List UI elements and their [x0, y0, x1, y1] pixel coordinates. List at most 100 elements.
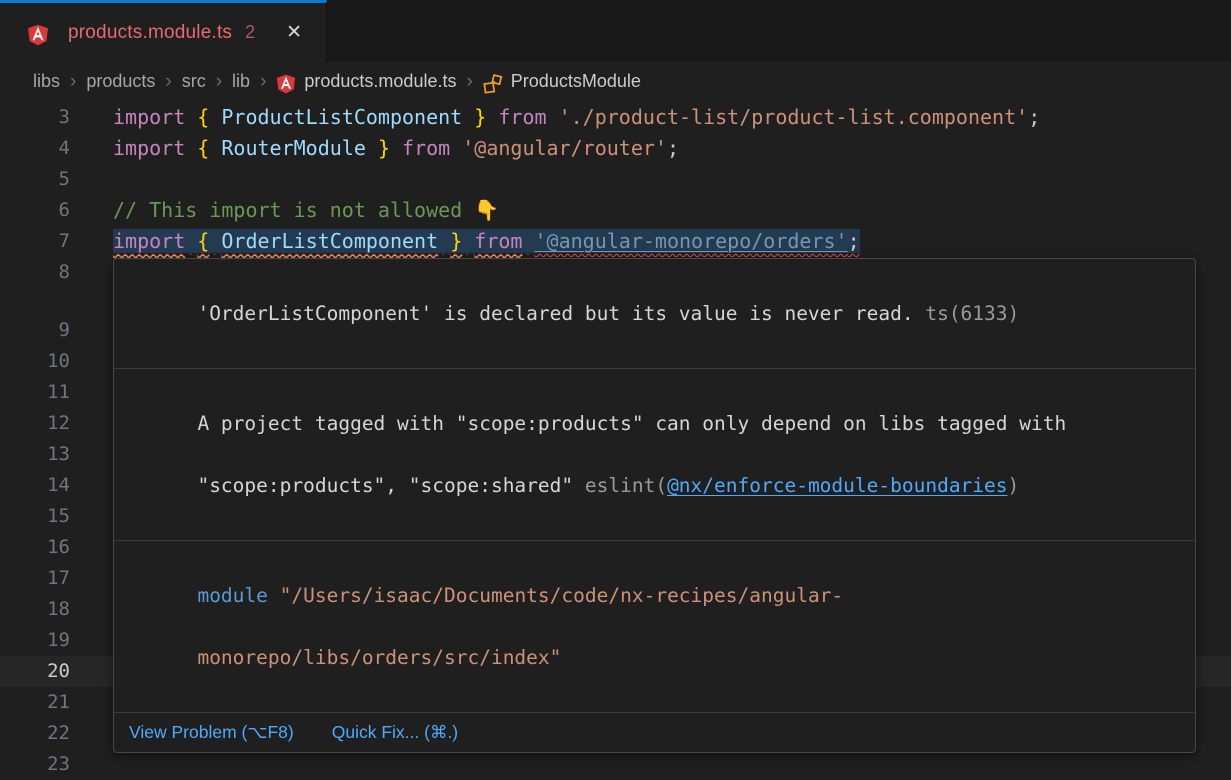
breadcrumb-item-libs[interactable]: libs	[33, 71, 60, 92]
tab-problem-count: 2	[245, 22, 255, 43]
line-number: 23	[0, 749, 70, 780]
line-number: 19	[0, 625, 70, 656]
hover-module-section: module "/Users/isaac/Documents/code/nx-r…	[114, 541, 1195, 713]
angular-file-icon	[276, 74, 296, 94]
code-token	[366, 136, 378, 160]
line-number: 16	[0, 532, 70, 563]
error-highlight-range: import { OrderListComponent } from '@ang…	[113, 229, 860, 253]
code-token: './product-list/product-list.component'	[559, 105, 1029, 129]
module-path-line1: "/Users/isaac/Documents/code/nx-recipes/…	[268, 584, 843, 607]
code-token	[438, 229, 450, 253]
code-token: ProductListComponent	[221, 105, 462, 129]
class-symbol-icon	[483, 74, 503, 94]
code-token: ;	[1028, 105, 1040, 129]
code-token: import	[113, 105, 185, 129]
breadcrumb-item-lib[interactable]: lib	[232, 71, 250, 92]
line-number: 5	[0, 164, 70, 195]
hover-action-bar: View Problem (⌥F8) Quick Fix... (⌘.)	[114, 713, 1195, 752]
code-line-6[interactable]: // This import is not allowed 👇	[113, 195, 1231, 226]
chevron-right-icon: ›	[165, 71, 171, 93]
eslint-message-line2: "scope:products", "scope:shared"	[197, 474, 584, 497]
code-token	[185, 105, 197, 129]
code-token: {	[197, 229, 209, 253]
eslint-rule-link[interactable]: @nx/enforce-module-boundaries	[667, 474, 1007, 497]
line-number: 9	[0, 315, 70, 346]
hover-ts-error-section: 'OrderListComponent' is declared but its…	[114, 259, 1195, 369]
breadcrumb-item-products[interactable]: products	[86, 71, 155, 92]
code-token: {	[197, 105, 209, 129]
code-line-23[interactable]	[113, 749, 1231, 780]
breadcrumb-item-src[interactable]: src	[182, 71, 206, 92]
line-number: 13	[0, 439, 70, 470]
code-line-3[interactable]: import { ProductListComponent } from './…	[113, 102, 1231, 133]
line-number: 20	[0, 656, 70, 687]
tab-products-module[interactable]: products.module.ts 2 ✕	[0, 0, 327, 62]
quick-fix-action[interactable]: Quick Fix... (⌘.)	[332, 722, 458, 743]
view-problem-action[interactable]: View Problem (⌥F8)	[129, 722, 294, 743]
line-number: 8	[0, 257, 70, 288]
breadcrumb-item-symbol[interactable]: ProductsModule	[511, 71, 641, 92]
code-token: from	[474, 229, 522, 253]
code-token	[185, 136, 197, 160]
code-token: // This import is not allowed 👇	[113, 198, 499, 222]
code-token: {	[197, 136, 209, 160]
line-number: 3	[0, 102, 70, 133]
module-path-line2: monorepo/libs/orders/src/index"	[197, 646, 561, 669]
code-line-4[interactable]: import { RouterModule } from '@angular/r…	[113, 133, 1231, 164]
close-icon[interactable]: ✕	[282, 21, 306, 44]
line-number: 15	[0, 501, 70, 532]
editor-tab-bar: products.module.ts 2 ✕	[0, 0, 1231, 62]
line-number: 6	[0, 195, 70, 226]
code-token: from	[498, 105, 546, 129]
code-line-7[interactable]: import { OrderListComponent } from '@ang…	[113, 226, 1231, 257]
line-number: 21	[0, 687, 70, 718]
angular-file-icon	[27, 24, 49, 46]
line-number: 12	[0, 408, 70, 439]
code-token: import	[113, 229, 185, 253]
code-token	[522, 229, 534, 253]
chevron-right-icon: ›	[216, 71, 222, 93]
error-hover-tooltip: 'OrderListComponent' is declared but its…	[113, 258, 1196, 753]
line-number: 4	[0, 133, 70, 164]
code-token: OrderListComponent	[221, 229, 438, 253]
code-token: import	[113, 136, 185, 160]
ts-error-code: ts(6133)	[914, 302, 1020, 325]
code-token: ;	[667, 136, 679, 160]
code-token	[185, 229, 197, 253]
code-token	[547, 105, 559, 129]
code-token: }	[378, 136, 390, 160]
line-number: 7	[0, 226, 70, 257]
code-token	[450, 136, 462, 160]
hover-eslint-section: A project tagged with "scope:products" c…	[114, 369, 1195, 541]
code-token: '@angular/router'	[462, 136, 667, 160]
line-number: 10	[0, 346, 70, 377]
tab-title: products.module.ts	[68, 22, 232, 44]
code-token: ;	[848, 229, 860, 253]
line-number: 17	[0, 563, 70, 594]
code-line-5[interactable]	[113, 164, 1231, 195]
code-token	[390, 136, 402, 160]
line-number: 18	[0, 594, 70, 625]
line-number: 22	[0, 718, 70, 749]
chevron-right-icon: ›	[260, 71, 266, 93]
code-token	[462, 229, 474, 253]
eslint-message-line1: A project tagged with "scope:products" c…	[197, 412, 1066, 435]
code-token	[209, 229, 221, 253]
chevron-right-icon: ›	[70, 71, 76, 93]
chevron-right-icon: ›	[466, 71, 472, 93]
eslint-source-prefix: eslint(	[585, 474, 667, 497]
module-keyword: module	[197, 584, 267, 607]
code-token: }	[474, 105, 486, 129]
code-token: from	[402, 136, 450, 160]
code-token	[462, 105, 474, 129]
code-token: '@angular-monorepo/orders'	[535, 229, 848, 253]
code-token	[209, 105, 221, 129]
code-token: RouterModule	[221, 136, 366, 160]
line-number: 14	[0, 470, 70, 501]
breadcrumb-item-file[interactable]: products.module.ts	[304, 71, 456, 92]
vscode-window: products.module.ts 2 ✕ libs › products ›…	[0, 0, 1231, 780]
breadcrumb: libs › products › src › lib › products.m…	[0, 62, 1231, 101]
code-token: }	[450, 229, 462, 253]
ts-error-message: 'OrderListComponent' is declared but its…	[197, 302, 913, 325]
eslint-source-suffix: )	[1008, 474, 1020, 497]
